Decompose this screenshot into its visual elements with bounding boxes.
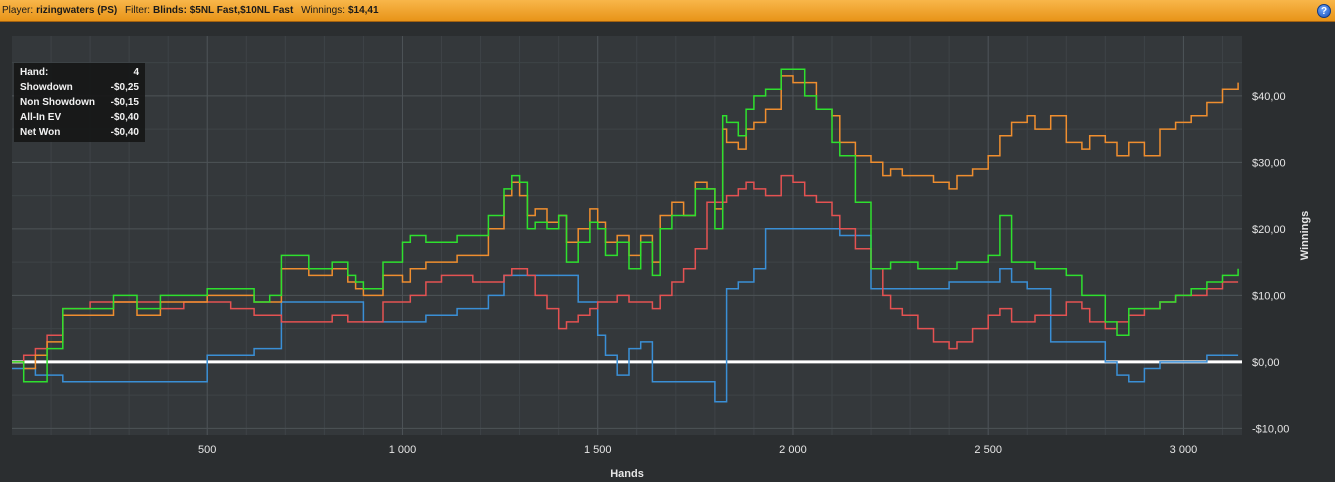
hand-tooltip: Hand: 4 Showdown -$0,25 Non Showdown -$0,15 Al… <box>14 63 145 142</box>
x-tick-label: 1 500 <box>584 444 612 456</box>
tooltip-label: Hand: <box>20 67 49 78</box>
tooltip-label: All-In EV <box>20 112 62 123</box>
tooltip-row: Net Won -$0,40 <box>20 125 139 140</box>
winnings-value: $14,41 <box>347 5 379 16</box>
tooltip-row: All-In EV -$0,40 <box>20 110 139 125</box>
tooltip-label: Showdown <box>20 82 73 93</box>
player-value: rizingwaters (PS) <box>36 5 118 16</box>
y-tick-label: $10,00 <box>1252 290 1286 302</box>
x-axis-label: Hands <box>610 468 644 480</box>
y-tick-label: $20,00 <box>1252 224 1286 236</box>
y-tick-label: $0,00 <box>1252 357 1280 369</box>
x-tick-label: 2 000 <box>779 444 807 456</box>
winnings-graph: 500 1 000 1 500 2 000 2 500 3 000 -$10,00 $0,00… <box>0 22 1335 482</box>
x-tick-label: 1 000 <box>389 444 417 456</box>
player-label: Player: <box>2 5 34 16</box>
winnings-label: Winnings: <box>301 5 345 16</box>
tooltip-label: Non Showdown <box>20 97 95 108</box>
y-axis-label: Winnings <box>1299 211 1311 260</box>
tooltip-row: Hand: 4 <box>20 65 139 80</box>
filter-summary: Player: rizingwaters (PS) Filter: Blinds: … <box>2 0 384 21</box>
tooltip-value: 4 <box>133 67 139 78</box>
tooltip-value: -$0,40 <box>110 112 139 123</box>
x-tick-label: 500 <box>198 444 216 456</box>
tooltip-value: -$0,40 <box>110 127 139 138</box>
tooltip-value: -$0,15 <box>110 97 139 108</box>
tooltip-value: -$0,25 <box>110 82 139 93</box>
tooltip-row: Non Showdown -$0,15 <box>20 95 139 110</box>
tooltip-label: Net Won <box>20 127 61 138</box>
help-icon[interactable]: ? <box>1317 4 1331 18</box>
y-tick-label: -$10,00 <box>1252 423 1289 435</box>
y-tick-label: $30,00 <box>1252 157 1286 169</box>
filter-value: Blinds: $5NL Fast,$10NL Fast <box>153 5 294 16</box>
winnings-chart-svg: 500 1 000 1 500 2 000 2 500 3 000 -$10,00 $0,00… <box>12 36 1311 480</box>
y-tick-label: $40,00 <box>1252 91 1286 103</box>
x-tick-label: 2 500 <box>974 444 1002 456</box>
tooltip-row: Showdown -$0,25 <box>20 80 139 95</box>
filter-label: Filter: <box>125 5 151 16</box>
title-bar: Player: rizingwaters (PS) Filter: Blinds: … <box>0 0 1335 22</box>
x-tick-label: 3 000 <box>1170 444 1198 456</box>
